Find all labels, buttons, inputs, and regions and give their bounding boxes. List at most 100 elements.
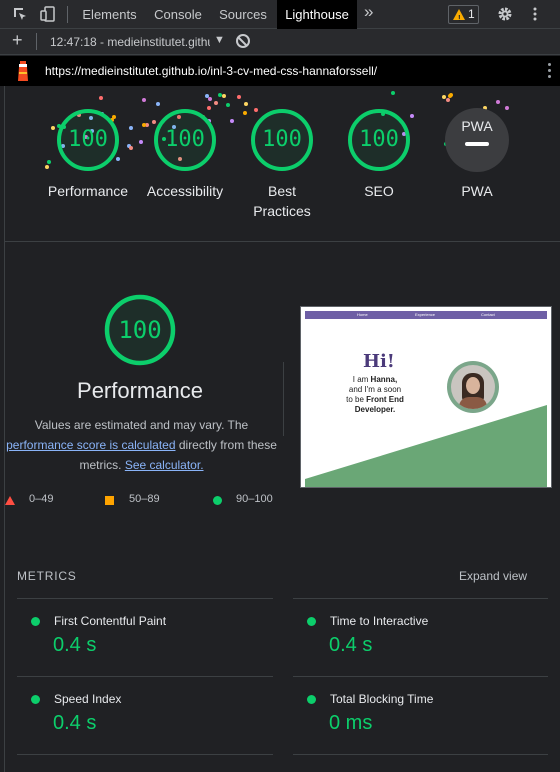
thumb-green-wedge <box>305 405 547 487</box>
pwa-badge[interactable]: PWA <box>445 108 509 172</box>
performance-main-gauge: 100 <box>104 294 176 366</box>
legend-average-range: 50–89 <box>129 493 160 505</box>
metric-divider <box>293 754 548 755</box>
thumb-avatar <box>447 361 499 413</box>
confetti-dot <box>129 126 133 130</box>
metric-divider <box>17 598 273 599</box>
report-select[interactable]: 12:47:18 - medieinstitutet.githu <box>50 35 210 49</box>
lighthouse-logo-icon <box>18 61 28 81</box>
thumb-intro: I am Hanna, and I'm a soon to be Front E… <box>346 375 404 414</box>
accessibility-score: 100 <box>165 127 205 152</box>
metric-divider <box>17 676 273 677</box>
metric-value: 0 ms <box>329 712 373 734</box>
score-calculation-link[interactable]: performance score is calculated <box>6 438 175 452</box>
metric-value: 0.4 s <box>329 634 373 656</box>
confetti-dot <box>208 97 212 101</box>
pwa-badge-text: PWA <box>461 118 493 134</box>
confetti-dot <box>47 160 51 164</box>
pass-circle-icon <box>31 695 40 704</box>
metric-label: First Contentful Paint <box>54 614 167 628</box>
metric-speed-index: Speed Index 0.4 s <box>31 692 271 742</box>
confetti-dot <box>237 95 241 99</box>
toolbar-divider <box>36 33 37 50</box>
metric-divider <box>293 676 548 677</box>
warning-count: 1 <box>468 7 475 21</box>
confetti-dot <box>226 103 230 107</box>
confetti-dot <box>496 100 500 104</box>
inspect-element-icon[interactable] <box>12 6 28 22</box>
metric-label: Total Blocking Time <box>330 692 434 706</box>
pass-circle-icon <box>213 496 222 505</box>
customize-menu-icon[interactable] <box>527 6 543 22</box>
confetti-dot <box>139 140 143 144</box>
accessibility-label: Accessibility <box>146 183 224 199</box>
performance-score: 100 <box>68 127 108 152</box>
performance-title: Performance <box>77 378 203 403</box>
average-square-icon <box>105 496 114 505</box>
metric-value: 0.4 s <box>53 712 97 734</box>
seo-score: 100 <box>359 127 399 152</box>
seo-label: SEO <box>364 183 394 199</box>
report-menu-icon[interactable] <box>548 63 552 79</box>
desc-text: metrics. <box>79 458 125 472</box>
metrics-heading: METRICS <box>17 569 77 583</box>
pwa-label: PWA <box>461 183 493 199</box>
performance-label: Performance <box>47 183 129 199</box>
clear-reports-icon[interactable] <box>236 34 250 48</box>
metric-divider <box>293 598 548 599</box>
confetti-dot <box>51 126 55 130</box>
warnings-badge[interactable]: 1 <box>448 5 479 27</box>
pwa-dash-icon <box>465 142 489 146</box>
confetti-dot <box>218 93 222 97</box>
pass-circle-icon <box>31 617 40 626</box>
tab-sources[interactable]: Sources <box>211 0 275 29</box>
section-divider <box>4 241 560 242</box>
legend-pass-range: 90–100 <box>236 493 273 505</box>
fail-triangle-icon <box>5 496 15 505</box>
confetti-dot <box>142 98 146 102</box>
confetti-dot <box>243 111 247 115</box>
confetti-dot <box>505 106 509 110</box>
seo-gauge[interactable]: 100 <box>347 108 411 172</box>
metric-fcp: First Contentful Paint 0.4 s <box>31 614 271 664</box>
settings-gear-icon[interactable] <box>497 6 513 22</box>
metric-label: Speed Index <box>54 692 122 706</box>
device-toolbar-icon[interactable] <box>40 6 56 22</box>
metric-value: 0.4 s <box>53 634 97 656</box>
pass-circle-icon <box>307 695 316 704</box>
metric-divider <box>17 754 273 755</box>
confetti-dot <box>214 101 218 105</box>
legend-fail-range: 0–49 <box>29 493 54 505</box>
confetti-dot <box>142 123 146 127</box>
tab-console[interactable]: Console <box>145 0 211 29</box>
confetti-dot <box>99 96 103 100</box>
confetti-dot <box>448 94 452 98</box>
tab-lighthouse[interactable]: Lighthouse <box>277 0 357 29</box>
confetti-dot <box>230 119 234 123</box>
tab-elements[interactable]: Elements <box>74 0 145 29</box>
confetti-dot <box>446 98 450 102</box>
confetti-dot <box>205 94 209 98</box>
report-url-bar: https://medieinstitutet.github.io/inl-3-… <box>0 56 560 86</box>
new-report-button[interactable]: + <box>12 30 23 51</box>
chevron-down-icon[interactable]: ▼ <box>214 34 225 46</box>
performance-gauge[interactable]: 100 <box>56 108 120 172</box>
lighthouse-toolbar: + 12:47:18 - medieinstitutet.githu ▼ <box>0 29 560 55</box>
expand-view-toggle[interactable]: Expand view <box>459 569 527 583</box>
metric-tbt: Total Blocking Time 0 ms <box>307 692 547 742</box>
report-url[interactable]: https://medieinstitutet.github.io/inl-3-… <box>45 64 377 78</box>
best-practices-label: Best Practices <box>253 183 311 219</box>
best-practices-score: 100 <box>262 127 302 152</box>
metric-tti: Time to Interactive 0.4 s <box>307 614 547 664</box>
warning-icon <box>453 9 465 27</box>
confetti-dot <box>129 146 133 150</box>
accessibility-gauge[interactable]: 100 <box>153 108 217 172</box>
final-screenshot[interactable]: Home Experience Contact Hi! I am Hanna, … <box>300 306 552 488</box>
confetti-dot <box>156 102 160 106</box>
devtools-tabbar: Elements Console Sources Lighthouse » 1 <box>0 0 560 29</box>
best-practices-gauge[interactable]: 100 <box>250 108 314 172</box>
calculator-link[interactable]: See calculator. <box>125 458 204 472</box>
confetti-dot <box>45 165 49 169</box>
more-tabs-button[interactable]: » <box>364 2 373 22</box>
section-divider <box>283 362 284 436</box>
